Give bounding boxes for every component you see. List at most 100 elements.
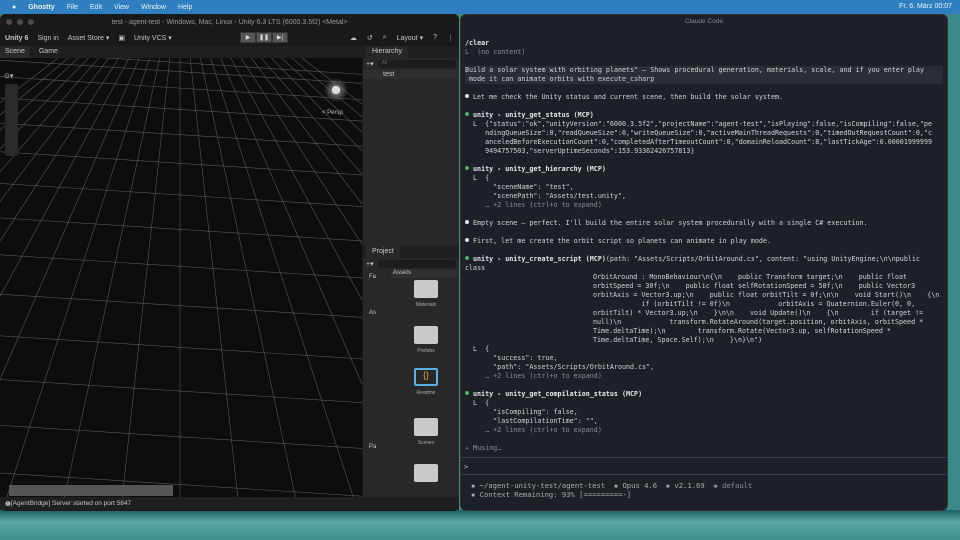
assets-breadcrumb[interactable]: Assets [391, 270, 459, 278]
command-line: /clear [465, 39, 490, 47]
tool-output: anceledBeforeExecutionCount":0,"complete… [473, 138, 933, 146]
grid-line [0, 425, 421, 453]
conversation: /clear L (no content) Build a solar syst… [461, 29, 947, 453]
version: v2.1.69 [674, 481, 705, 490]
expand-hint[interactable]: … +2 lines (ctrl+o to expand) [465, 426, 943, 435]
status-line: ▪ ~/agent-unity-test/agent-test ▪ Opus 4… [471, 481, 752, 499]
grid-line [0, 76, 421, 104]
menu-window[interactable]: Window [141, 4, 166, 11]
tool-output: L { [473, 345, 490, 353]
folder-icon [414, 464, 438, 482]
hierarchy-tab[interactable]: Hierarchy [366, 46, 408, 58]
folder-icon [414, 418, 438, 436]
grid-line [0, 97, 421, 126]
prompt-input[interactable]: > [461, 457, 947, 475]
grid-line [211, 37, 421, 519]
unity-toolbar: Unity 6 Sign in Asset Store ▾ ▣ Unity VC… [0, 30, 459, 46]
tree-packages[interactable]: Pa [369, 444, 376, 450]
tool-args: orbitAxis = Vector3.up;\n public float o… [593, 291, 940, 299]
step-button[interactable]: ▶| [272, 32, 288, 43]
add-button[interactable]: +▾ [366, 260, 374, 268]
menu-bar: ● Ghostty File Edit View Window Help Fr.… [0, 0, 960, 14]
project-search[interactable] [377, 260, 456, 268]
bullet-icon [465, 166, 469, 170]
orientation-gizmo[interactable] [322, 76, 350, 104]
tool-args: OrbitAround : MonoBehaviour\n{\n public … [593, 273, 908, 281]
tab-game[interactable]: Game [34, 46, 63, 58]
close-button[interactable] [6, 19, 12, 25]
menu-view[interactable]: View [114, 4, 129, 11]
tree-favorites[interactable]: Fa [369, 274, 376, 280]
asset-materials[interactable]: Materials [403, 280, 449, 308]
folder-icon [414, 280, 438, 298]
console-status-bar[interactable]: ❶ [AgentBridge] Server started on port 5… [0, 497, 459, 510]
grid-line [235, 37, 601, 519]
pause-button[interactable]: ❚❚ [256, 32, 272, 43]
add-button[interactable]: +▾ [366, 60, 374, 68]
minimize-button[interactable] [17, 19, 23, 25]
grid-line [59, 37, 165, 519]
expand-hint[interactable]: … +2 lines (ctrl+o to expand) [465, 201, 943, 210]
unity-account-button[interactable]: Unity 6 [5, 35, 28, 42]
unity-vcs-button[interactable]: Unity VCS ▾ [134, 34, 172, 42]
menu-app[interactable]: Ghostty [28, 4, 54, 11]
asset-readme[interactable]: {} Readme [403, 368, 449, 396]
layout-dropdown[interactable]: Layout ▾ [397, 34, 423, 42]
context-remaining: Context Remaining: 93% [=========-] [479, 490, 632, 499]
tool-call: unity - unity_get_status (MCP) [473, 111, 594, 119]
project-tab[interactable]: Project [366, 246, 400, 258]
asset-scenes[interactable]: Scenes [403, 418, 449, 446]
asset-prefabs[interactable]: Prefabs [403, 326, 449, 354]
cloud-icon[interactable]: ☁ [350, 34, 357, 42]
unity-title-bar: test - agent-test - Windows, Mac, Linux … [0, 14, 459, 30]
clock[interactable]: Fr. 6. März 00:07 [899, 3, 952, 10]
hierarchy-item[interactable]: test [363, 70, 459, 79]
history-icon[interactable]: ↺ [367, 34, 373, 42]
grid-line [0, 335, 421, 363]
asset-label: Materials [415, 302, 437, 308]
play-button[interactable]: ▶ [240, 32, 256, 43]
grid-line [203, 37, 361, 519]
window-title: test - agent-test - Windows, Mac, Linux … [111, 18, 348, 26]
model-name: Opus 4.6 [622, 481, 658, 490]
search-icon[interactable]: ⌕ [383, 34, 387, 42]
help-icon[interactable]: ? [433, 34, 437, 42]
bullet-icon [465, 94, 469, 98]
apple-icon[interactable]: ● [12, 4, 16, 11]
more-icon[interactable]: ⋮ [447, 34, 454, 42]
tool-output: "sceneName": "test", [473, 183, 574, 191]
tool-output: "isCompiling": false, [473, 408, 578, 416]
grid-line [0, 122, 421, 151]
assistant-message: Empty scene — perfect. I'll build the en… [473, 219, 868, 227]
tree-assets[interactable]: As [369, 310, 376, 316]
tool-output: L { [473, 399, 490, 407]
sign-in-button[interactable]: Sign in [37, 35, 58, 42]
terminal-window: Claude Code /clear L (no content) Build … [460, 14, 948, 511]
menu-file[interactable]: File [67, 4, 78, 11]
tool-args: orbitTilt) * Vector3.up;\n }\n\n void Up… [593, 309, 924, 317]
package-icon[interactable]: ▣ [118, 34, 125, 42]
asset-label: Prefabs [417, 348, 435, 354]
persp-label[interactable]: < Persp [322, 110, 343, 116]
readme-icon: {} [414, 368, 438, 386]
gizmo-dropdown-icon[interactable]: ⊙▾ [4, 72, 13, 80]
scene-view[interactable]: ⊙▾ < Persp [0, 37, 901, 519]
prompt-caret: > [464, 463, 469, 471]
asset-store-button[interactable]: Asset Store ▾ [68, 34, 110, 42]
asset-label: Readme [416, 390, 436, 396]
user-prompt: Build a solar system with orbiting plane… [465, 66, 943, 75]
bullet-icon [465, 238, 469, 242]
grid-line [275, 37, 901, 519]
asset-folder[interactable] [403, 464, 449, 486]
tool-palette[interactable] [5, 84, 18, 156]
menu-edit[interactable]: Edit [90, 4, 102, 11]
grid-line [219, 37, 481, 519]
hierarchy-search[interactable]: All [377, 60, 456, 68]
expand-hint[interactable]: … +2 lines (ctrl+o to expand) [465, 372, 943, 381]
zoom-button[interactable] [28, 19, 34, 25]
overlay-toolbar[interactable] [9, 485, 173, 496]
menu-help[interactable]: Help [178, 4, 192, 11]
tab-scene[interactable]: Scene [0, 46, 30, 58]
tool-call: unity - unity_get_hierarchy (MCP) [473, 165, 606, 173]
tool-args: if (orbitTilt != 0f)\n orbitAxis = Quate… [593, 300, 916, 308]
